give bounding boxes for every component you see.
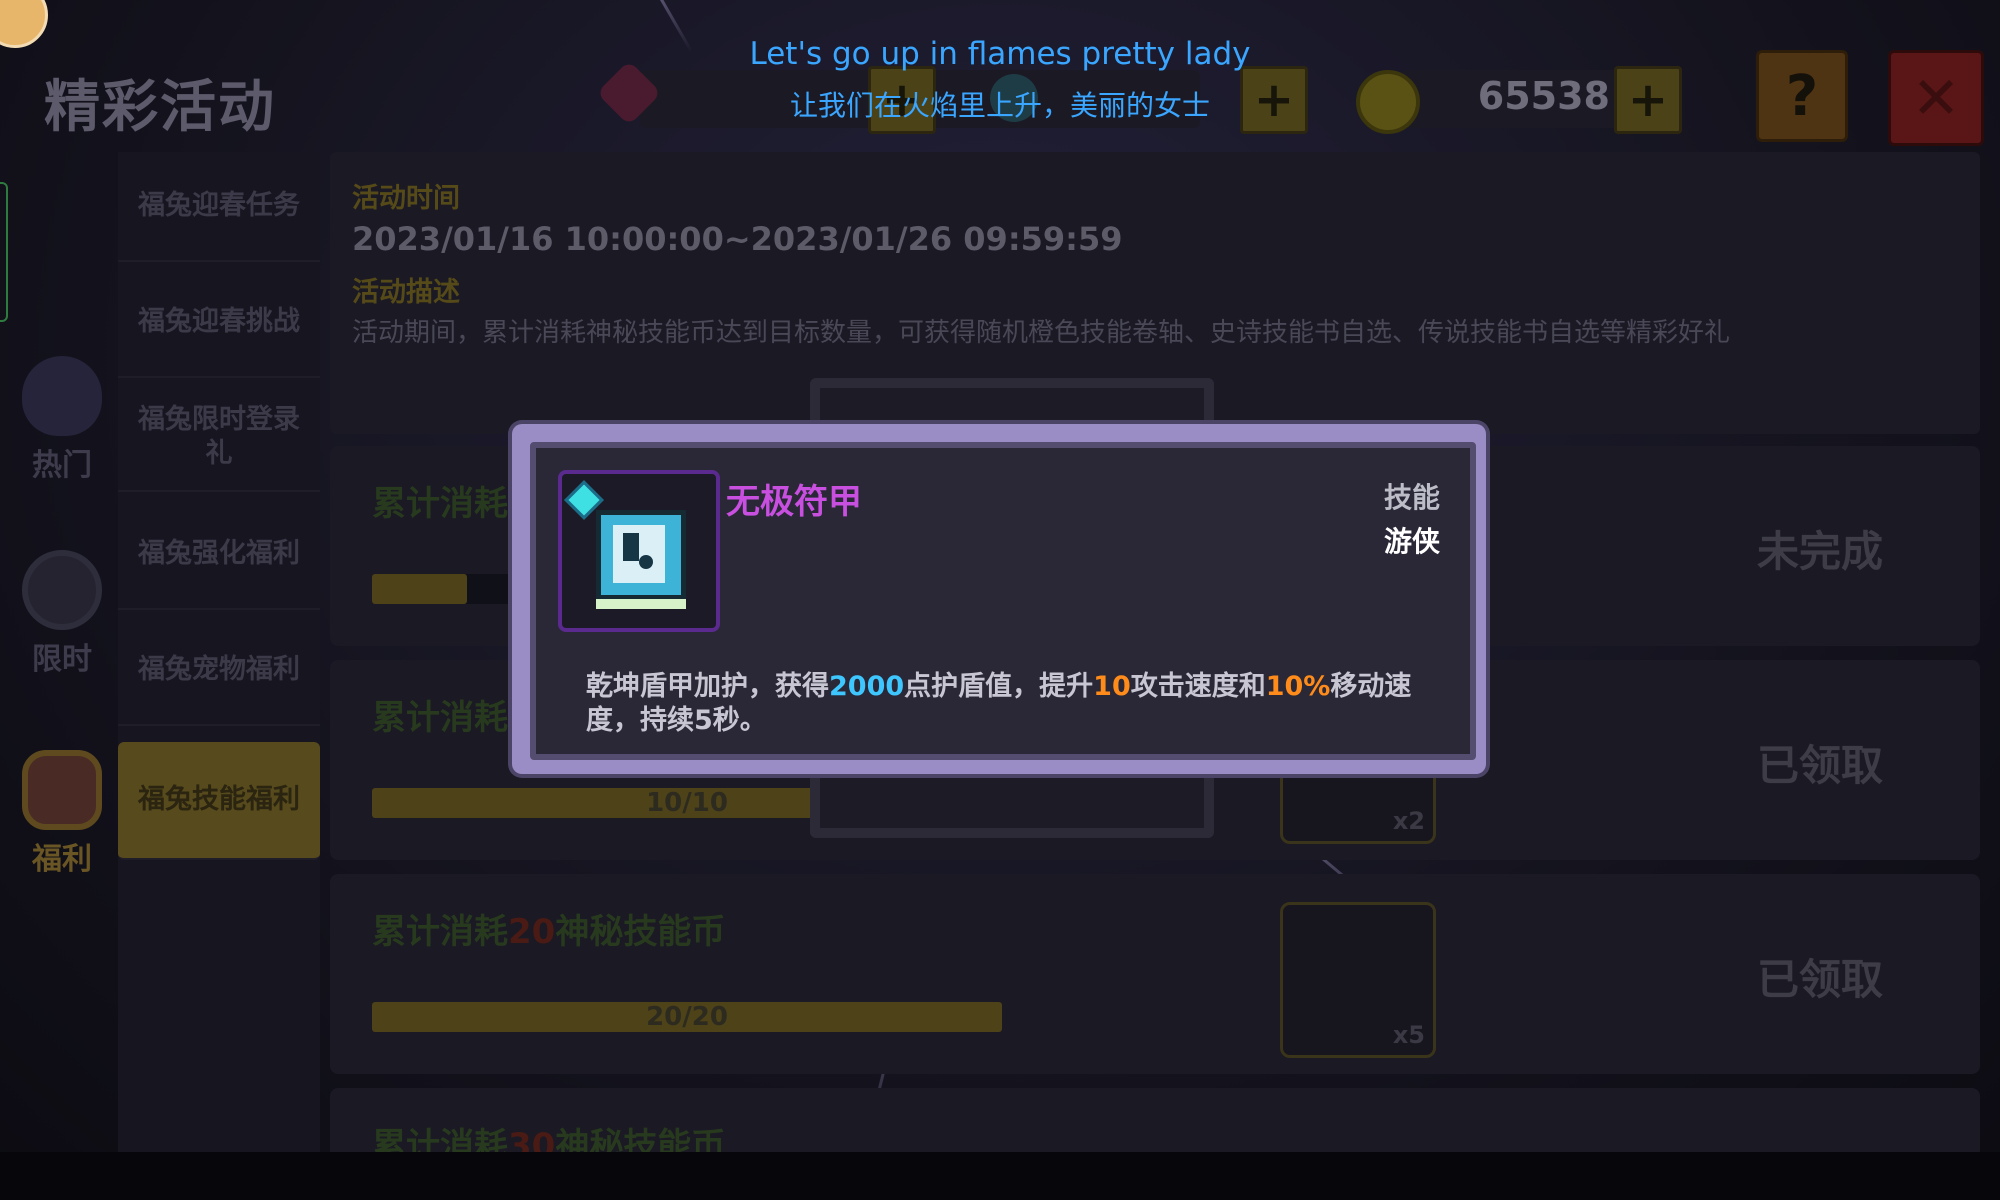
bottom-band — [0, 1152, 2000, 1200]
event-item[interactable]: 福兔迎春任务 — [118, 152, 320, 262]
event-item-active[interactable]: 福兔技能福利 — [118, 742, 320, 860]
event-desc-value: 活动期间，累计消耗神秘技能币达到目标数量，可获得随机橙色技能卷轴、史诗技能书自选… — [352, 318, 1731, 348]
page-title: 精彩活动 — [44, 75, 276, 140]
skill-description: 乾坤盾甲加护，获得2000点护盾值，提升10攻击速度和10%移动速度，持续5秒。 — [586, 671, 1412, 736]
event-desc-label: 活动描述 — [352, 277, 460, 308]
category-label: 热门 — [32, 448, 92, 483]
skill-tooltip-body: 无极符甲 技能 游侠 乾坤盾甲加护，获得2000点护盾值，提升10攻击速度和10… — [530, 442, 1476, 760]
close-button[interactable]: ✕ — [1888, 50, 1984, 146]
clock-icon — [22, 550, 102, 630]
category-welfare[interactable]: 福利 — [12, 750, 112, 878]
progress-text: 20/20 — [646, 1002, 728, 1032]
event-item[interactable]: 福兔限时登录礼 — [118, 384, 320, 492]
subtitle-chinese: 让我们在火焰里上升，美丽的女士 — [789, 89, 1210, 122]
side-tab[interactable] — [0, 182, 8, 322]
gift-icon — [22, 750, 102, 830]
event-item[interactable]: 福兔迎春挑战 — [118, 268, 320, 378]
category-hot[interactable]: 热门 — [12, 356, 112, 484]
reward-slot[interactable]: x5 — [1280, 902, 1436, 1058]
skill-name: 无极符甲 — [726, 482, 862, 522]
skill-scroll-icon — [596, 510, 686, 609]
subtitle-english: Let's go up in flames pretty lady — [749, 36, 1251, 72]
task-card: 累计消耗30神秘技能币 — [330, 1088, 1980, 1158]
category-limited[interactable]: 限时 — [12, 550, 112, 678]
category-label: 福利 — [32, 842, 92, 877]
skill-class: 游侠 — [1383, 525, 1440, 558]
reward-count: x5 — [1392, 1021, 1425, 1049]
event-time-label: 活动时间 — [352, 183, 460, 214]
task-title: 累计消耗20神秘技能币 — [372, 912, 726, 952]
flame-icon — [22, 356, 102, 436]
reward-count: x2 — [1392, 807, 1425, 835]
event-time-value: 2023/01/16 10:00:00~2023/01/26 09:59:59 — [352, 220, 1123, 258]
skill-type: 技能 — [1383, 481, 1440, 514]
task-progress-bar: 20/20 — [372, 1002, 1002, 1032]
task-status[interactable]: 已领取 — [1730, 946, 1910, 1007]
task-status[interactable]: 未完成 — [1730, 518, 1910, 579]
task-status[interactable]: 已领取 — [1730, 732, 1910, 793]
task-title: 累计消耗 — [372, 698, 508, 738]
event-item[interactable]: 福兔宠物福利 — [118, 616, 320, 726]
help-button[interactable]: ? — [1756, 50, 1848, 142]
category-label: 限时 — [32, 642, 92, 677]
skill-tooltip: 无极符甲 技能 游侠 乾坤盾甲加护，获得2000点护盾值，提升10攻击速度和10… — [512, 424, 1486, 774]
event-item[interactable]: 福兔强化福利 — [118, 500, 320, 610]
task-title: 累计消耗 — [372, 484, 508, 524]
skill-icon-frame — [558, 470, 720, 632]
coin-value: 65538 — [1477, 74, 1610, 118]
add-coin-button[interactable]: + — [1614, 66, 1682, 134]
task-card: 累计消耗20神秘技能币 20/20 x5 已领取 — [330, 874, 1980, 1074]
event-list: 福兔迎春任务 福兔迎春挑战 福兔限时登录礼 福兔强化福利 福兔宠物福利 福兔技能… — [118, 152, 320, 1158]
